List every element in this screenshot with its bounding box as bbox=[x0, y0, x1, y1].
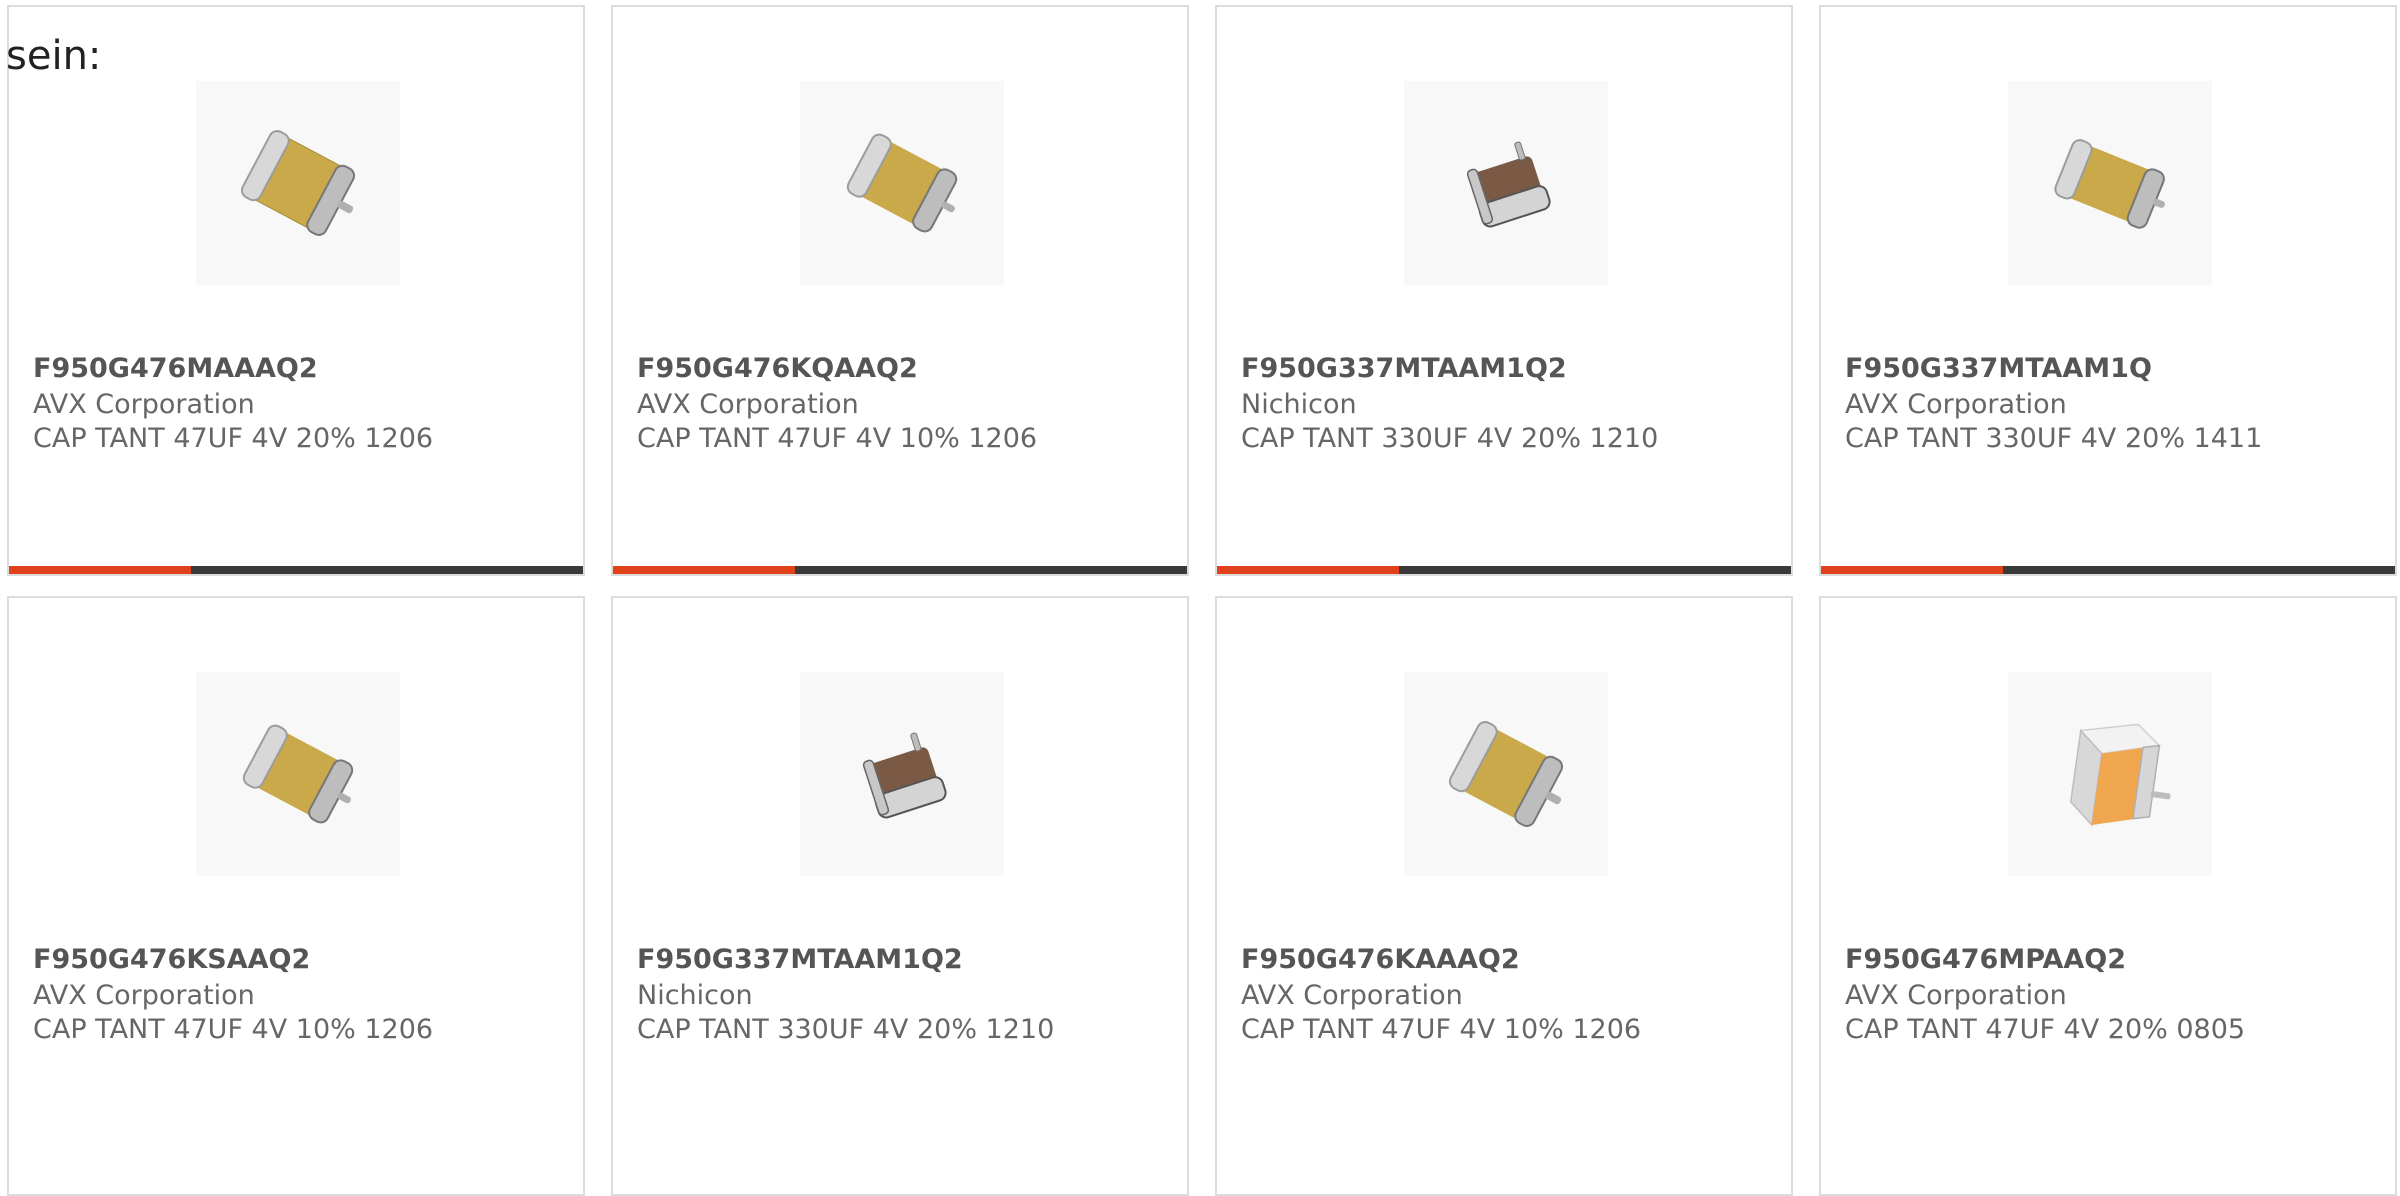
manufacturer: AVX Corporation bbox=[1845, 389, 2067, 420]
manufacturer: AVX Corporation bbox=[637, 389, 859, 420]
tantalum-capacitor-yellow-icon[interactable] bbox=[1404, 672, 1608, 876]
manufacturer: AVX Corporation bbox=[33, 389, 255, 420]
part-number[interactable]: F950G476KQAAQ2 bbox=[637, 353, 918, 384]
intro-text: sein: bbox=[6, 33, 102, 79]
part-number[interactable]: F950G337MTAAM1Q2 bbox=[637, 944, 963, 975]
product-card[interactable]: F950G337MTAAM1Q2 Nichicon CAP TANT 330UF… bbox=[611, 596, 1189, 1196]
tantalum-capacitor-brown-icon[interactable] bbox=[1404, 81, 1608, 285]
description: CAP TANT 47UF 4V 10% 1206 bbox=[637, 423, 1038, 454]
card-bar bbox=[9, 566, 583, 574]
description: CAP TANT 47UF 4V 20% 0805 bbox=[1845, 1014, 2246, 1045]
tantalum-capacitor-yellow-icon[interactable] bbox=[2008, 81, 2212, 285]
product-card[interactable]: F950G476KQAAQ2 AVX Corporation CAP TANT … bbox=[611, 5, 1189, 576]
part-number[interactable]: F950G476MAAAQ2 bbox=[33, 353, 318, 384]
tantalum-capacitor-yellow-icon[interactable] bbox=[196, 672, 400, 876]
card-bar bbox=[1217, 566, 1791, 574]
card-bar-accent bbox=[613, 566, 795, 574]
manufacturer: AVX Corporation bbox=[1845, 980, 2067, 1011]
description: CAP TANT 47UF 4V 10% 1206 bbox=[1241, 1014, 1642, 1045]
part-number[interactable]: F950G476KAAAQ2 bbox=[1241, 944, 1520, 975]
tantalum-capacitor-brown-icon[interactable] bbox=[800, 672, 1004, 876]
card-bar-accent bbox=[9, 566, 191, 574]
part-number[interactable]: F950G476KSAAQ2 bbox=[33, 944, 310, 975]
manufacturer: AVX Corporation bbox=[33, 980, 255, 1011]
tantalum-capacitor-yellow-icon[interactable] bbox=[196, 81, 400, 285]
tantalum-capacitor-orange-icon[interactable] bbox=[2008, 672, 2212, 876]
tantalum-capacitor-yellow-icon[interactable] bbox=[800, 81, 1004, 285]
manufacturer: AVX Corporation bbox=[1241, 980, 1463, 1011]
part-number[interactable]: F950G337MTAAM1Q bbox=[1845, 353, 2152, 384]
description: CAP TANT 330UF 4V 20% 1210 bbox=[637, 1014, 1055, 1045]
manufacturer: Nichicon bbox=[1241, 389, 1357, 420]
description: CAP TANT 47UF 4V 10% 1206 bbox=[33, 1014, 434, 1045]
manufacturer: Nichicon bbox=[637, 980, 753, 1011]
product-card[interactable]: F950G337MTAAM1Q AVX Corporation CAP TANT… bbox=[1819, 5, 2397, 576]
product-card[interactable]: F950G476KAAAQ2 AVX Corporation CAP TANT … bbox=[1215, 596, 1793, 1196]
description: CAP TANT 47UF 4V 20% 1206 bbox=[33, 423, 434, 454]
product-card[interactable]: F950G337MTAAM1Q2 Nichicon CAP TANT 330UF… bbox=[1215, 5, 1793, 576]
card-bar-accent bbox=[1821, 566, 2003, 574]
description: CAP TANT 330UF 4V 20% 1411 bbox=[1845, 423, 2263, 454]
part-number[interactable]: F950G337MTAAM1Q2 bbox=[1241, 353, 1567, 384]
card-bar bbox=[1821, 566, 2395, 574]
product-card[interactable]: F950G476MAAAQ2 AVX Corporation CAP TANT … bbox=[7, 5, 585, 576]
description: CAP TANT 330UF 4V 20% 1210 bbox=[1241, 423, 1659, 454]
product-card[interactable]: F950G476MPAAQ2 AVX Corporation CAP TANT … bbox=[1819, 596, 2397, 1196]
card-bar bbox=[613, 566, 1187, 574]
card-bar-accent bbox=[1217, 566, 1399, 574]
part-number[interactable]: F950G476MPAAQ2 bbox=[1845, 944, 2126, 975]
product-card[interactable]: F950G476KSAAQ2 AVX Corporation CAP TANT … bbox=[7, 596, 585, 1196]
